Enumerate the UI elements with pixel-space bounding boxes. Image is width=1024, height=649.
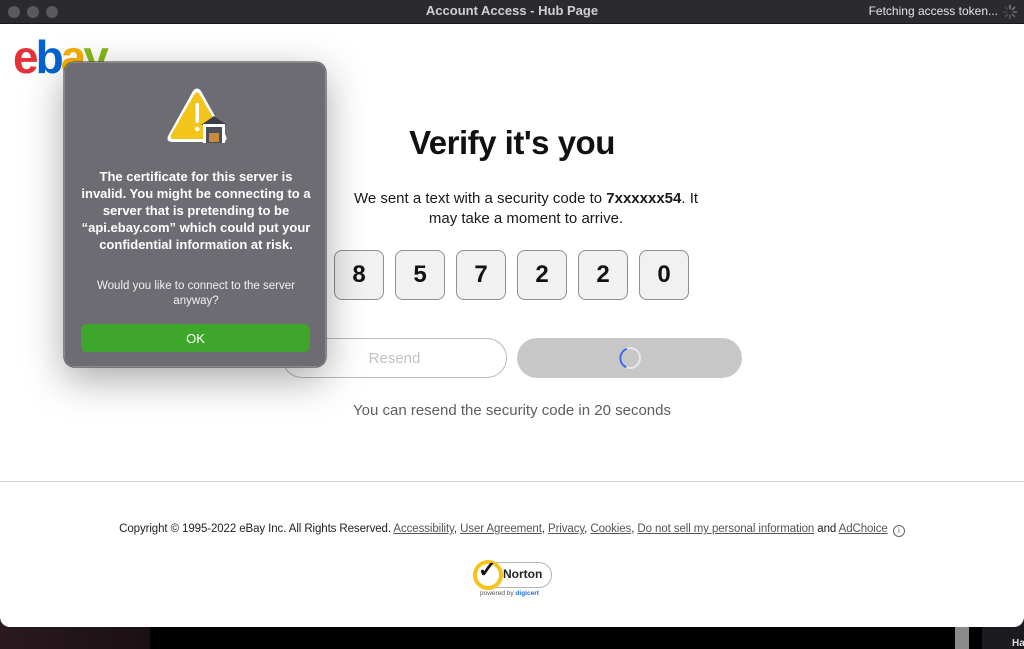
desktop-label: Ha [1012,638,1024,649]
logo-letter-b: b [35,31,64,83]
code-digit-3[interactable]: 7 [456,250,506,300]
norton-name: Norton [503,567,543,581]
screen: Ha Account Access - Hub Page Fetching ac… [0,0,1024,649]
copyright-text: Copyright © 1995-2022 eBay Inc. All Righ… [119,523,391,535]
code-digit-4[interactable]: 2 [517,250,567,300]
link-privacy[interactable]: Privacy [548,523,584,535]
link-adchoice[interactable]: AdChoice [839,523,888,535]
alert-message: Would you like to connect to the server … [97,280,295,307]
code-digit-2[interactable]: 5 [395,250,445,300]
footer-divider [0,481,1024,482]
resend-countdown: You can resend the security code in 20 s… [353,402,671,419]
loading-spinner-icon [618,347,641,369]
warning-certificate-icon [167,88,227,143]
norton-powered-by: powered by digicert [480,590,539,597]
norton-seal[interactable]: ✓ Norton powered by digicert [471,557,555,601]
link-accessibility[interactable]: Accessibility [393,523,454,535]
verify-description: We sent a text with a security code to 7… [310,189,714,229]
submit-button[interactable] [517,338,742,378]
link-cookies[interactable]: Cookies [590,523,631,535]
footer: Copyright © 1995-2022 eBay Inc. All Righ… [0,523,1024,537]
powered-by-text: powered by [480,590,514,597]
adchoice-info-icon[interactable]: i [892,525,905,537]
certificate-alert-dialog: The certificate for this server is inval… [64,62,326,367]
code-digit-5[interactable]: 2 [578,250,628,300]
desc-prefix: We sent a text with a security code to [353,190,607,207]
title-bar: Account Access - Hub Page Fetching acces… [0,0,1024,24]
ok-button[interactable]: OK [81,324,310,352]
link-user-agreement[interactable]: User Agreement [460,523,542,535]
resend-label: Resend [368,349,421,367]
security-code-inputs: 8 5 7 2 2 0 [334,250,689,300]
and-text: and [817,523,837,535]
status-text: Fetching access token... [868,4,998,18]
code-digit-6[interactable]: 0 [639,250,689,300]
logo-letter-e: e [13,31,39,83]
checkmark-icon: ✓ [478,557,497,582]
spinner-icon [1002,4,1018,20]
masked-phone: 7xxxxxx54 [606,190,682,207]
code-digit-1[interactable]: 8 [334,250,384,300]
link-do-not-sell[interactable]: Do not sell my personal information [637,523,814,535]
digicert-text: digicert [515,590,539,597]
alert-title: The certificate for this server is inval… [81,169,311,252]
